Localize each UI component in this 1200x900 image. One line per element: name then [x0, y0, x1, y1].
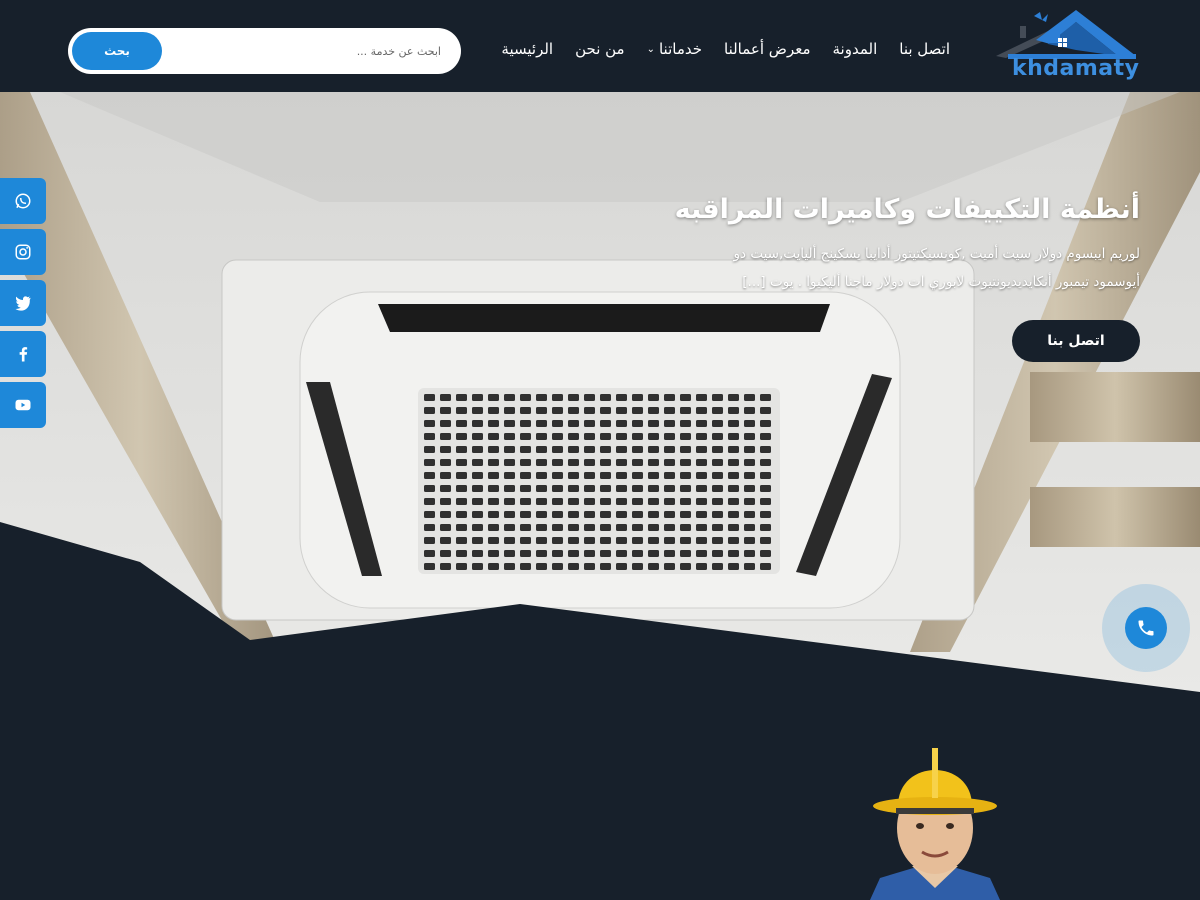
hero-section: أنظمة التكييفات وكاميرات المراقبه لوريم …: [0, 92, 1200, 692]
facebook-icon[interactable]: [0, 331, 46, 377]
search-input[interactable]: [181, 38, 441, 64]
nav-label: معرض أعمالنا: [724, 40, 811, 58]
nav-item-portfolio[interactable]: معرض أعمالنا: [724, 40, 810, 58]
chevron-down-icon: ⌄: [646, 43, 655, 55]
nav-item-about[interactable]: من نحن: [575, 40, 625, 58]
whatsapp-icon[interactable]: [0, 178, 46, 224]
contact-us-button[interactable]: اتصل بنا: [1012, 320, 1140, 362]
hero-title: أنظمة التكييفات وكاميرات المراقبه: [674, 194, 1140, 225]
nav-label: خدماتنا: [658, 40, 703, 58]
worker-image: [870, 748, 1000, 900]
youtube-icon[interactable]: [0, 382, 46, 428]
nav-item-contact[interactable]: اتصل بنا: [899, 40, 950, 58]
search-button[interactable]: بحث: [72, 32, 162, 70]
main-nav: الرئيسية من نحن خدماتنا ⌄ معرض أعمالنا ال…: [501, 40, 950, 58]
hero-background-image: [0, 92, 1200, 692]
instagram-icon[interactable]: [0, 229, 46, 275]
phone-icon: [1138, 620, 1154, 636]
hero-description: لوريم ايبسوم دولار سيت أميت ,كونسيكتيتور…: [733, 246, 1140, 290]
nav-label: اتصل بنا: [899, 40, 950, 58]
nav-label: من نحن: [575, 40, 625, 58]
phone-call-button[interactable]: [1125, 607, 1167, 649]
nav-item-services[interactable]: خدماتنا ⌄: [647, 40, 702, 58]
nav-label: المدونة: [832, 40, 878, 58]
search-bar: بحث: [68, 28, 461, 74]
site-header: khdamaty الرئيسية من نحن خدماتنا ⌄ معرض أ…: [0, 0, 1200, 92]
twitter-icon[interactable]: [0, 280, 46, 326]
nav-item-home[interactable]: الرئيسية: [501, 40, 553, 58]
nav-label: الرئيسية: [501, 40, 554, 58]
social-sidebar: [0, 178, 46, 433]
logo-text[interactable]: khdamaty: [1012, 56, 1140, 81]
nav-item-blog[interactable]: المدونة: [833, 40, 878, 58]
